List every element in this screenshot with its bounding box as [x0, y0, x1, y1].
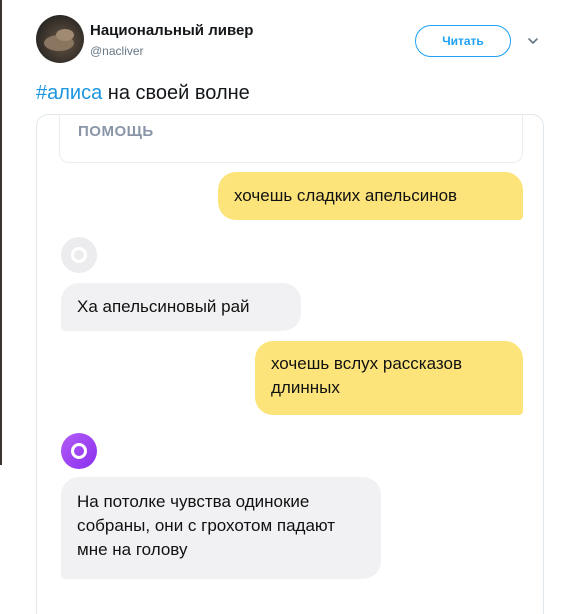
left-edge-strip [0, 0, 2, 465]
alice-icon [61, 237, 97, 273]
tweet-text: #алиса на своей волне [36, 82, 250, 105]
chevron-down-icon[interactable] [526, 34, 540, 48]
bot-message: Ха апельсиновый рай [61, 283, 301, 331]
user-message-text: хочешь вслух рассказов длинных [271, 354, 462, 397]
bot-message-text: На потолке чувства одинокие собраны, они… [77, 492, 336, 559]
avatar[interactable] [36, 15, 84, 63]
help-card: ПОМОЩЬ [59, 115, 523, 163]
user-message: хочешь вслух рассказов длинных [255, 341, 523, 415]
help-label: ПОМОЩЬ [78, 123, 154, 140]
user-message-text: хочешь сладких апельсинов [234, 186, 458, 205]
bot-message-text: Ха апельсиновый рай [77, 297, 250, 316]
tweet-text-body: на своей волне [102, 82, 250, 104]
user-message: хочешь сладких апельсинов [218, 172, 523, 220]
tweet-media-screenshot[interactable]: ПОМОЩЬ хочешь сладких апельсинов Ха апел… [36, 114, 544, 614]
alice-icon [61, 433, 97, 469]
follow-button[interactable]: Читать [415, 25, 511, 57]
hashtag-link[interactable]: #алиса [36, 82, 102, 104]
display-name[interactable]: Национальный ливер [90, 22, 253, 39]
user-handle[interactable]: @nacliver [90, 44, 144, 58]
bot-message: На потолке чувства одинокие собраны, они… [61, 477, 381, 579]
